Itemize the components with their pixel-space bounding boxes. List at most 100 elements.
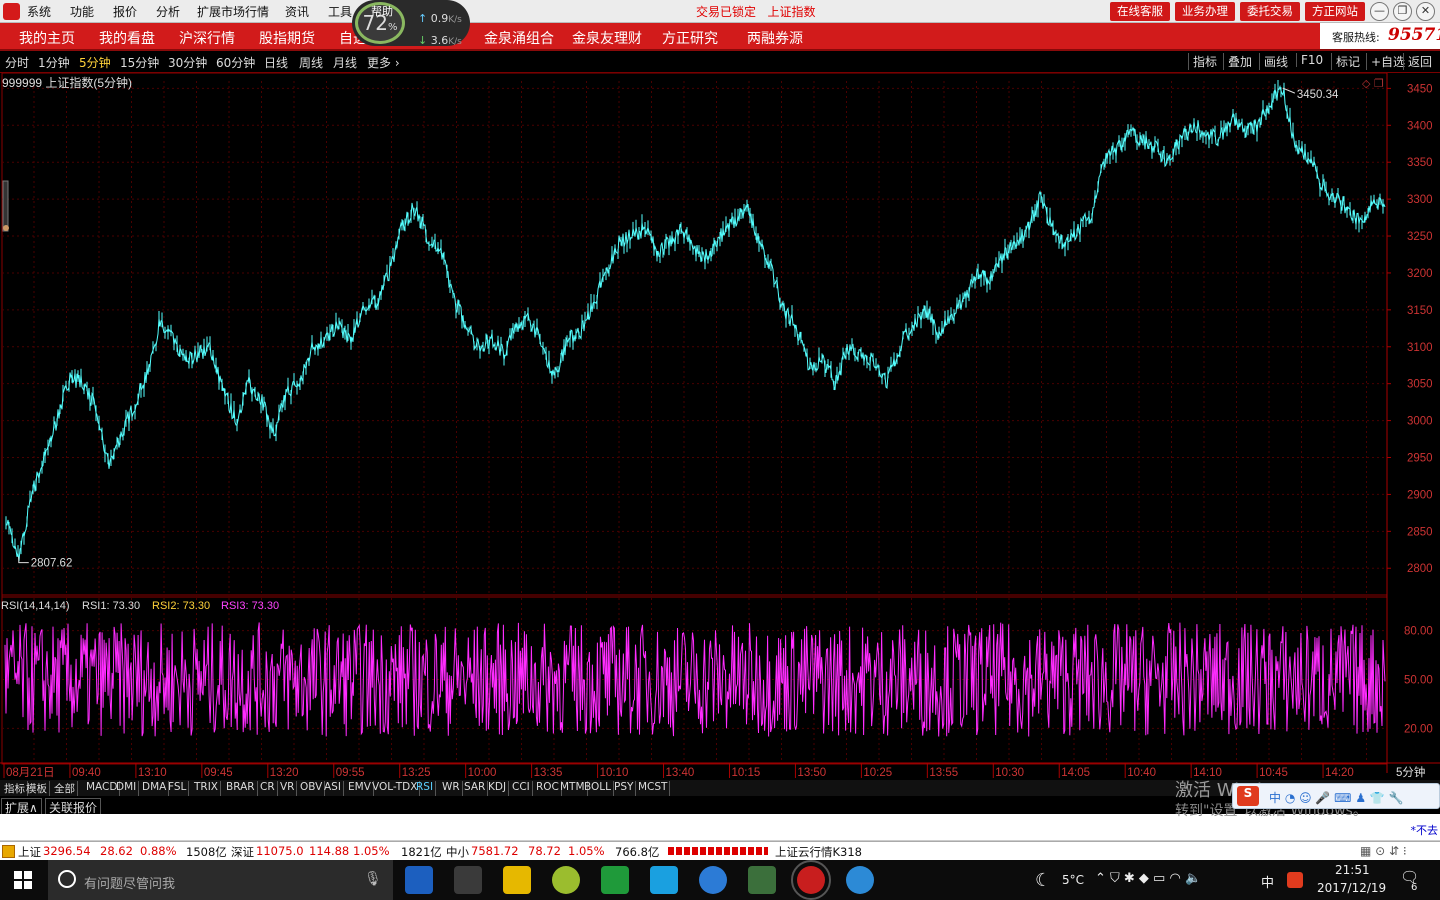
menu-function[interactable]: 功能 bbox=[70, 3, 94, 20]
period-week[interactable]: 周线 bbox=[299, 54, 323, 71]
indicator-tab-cci[interactable]: CCI bbox=[510, 781, 533, 796]
y-tick-label: 3150 bbox=[1407, 305, 1433, 317]
kline-svg[interactable]: 3450 3400 3350 3300 3250 3200 3150 3100 3050 3000… bbox=[0, 73, 1440, 780]
menu-ext-market[interactable]: 扩展市场行情 bbox=[197, 3, 269, 20]
sz-value[interactable]: 11075.0 bbox=[256, 844, 304, 858]
period-month[interactable]: 月线 bbox=[333, 54, 357, 71]
indicator-tab-mcst[interactable]: MCST bbox=[636, 781, 671, 796]
nav-index-futures[interactable]: 股指期货 bbox=[259, 28, 315, 48]
indicator-tab-模板[interactable]: 模板 bbox=[24, 781, 50, 796]
tool-indicator[interactable]: 指标 bbox=[1188, 53, 1217, 70]
zx-value[interactable]: 7581.72 bbox=[471, 844, 519, 858]
period-day[interactable]: 日线 bbox=[264, 54, 288, 71]
nav-home[interactable]: 我的主页 bbox=[19, 28, 75, 48]
sh-change: 28.62 bbox=[100, 844, 133, 858]
indicator-tab-wr[interactable]: WR bbox=[440, 781, 463, 796]
media-player-icon[interactable] bbox=[650, 866, 678, 894]
tool-draw[interactable]: 画线 bbox=[1259, 53, 1288, 70]
indicator-tab-asi[interactable]: ASI bbox=[322, 781, 344, 796]
store-icon[interactable] bbox=[454, 866, 482, 894]
ime-toolbar[interactable]: S 中 ◔ ☺ 🎤 ⌨ ♟ 👕 🔧 bbox=[1232, 783, 1440, 809]
windows-start-icon[interactable] bbox=[14, 871, 32, 889]
period-60min[interactable]: 60分钟 bbox=[216, 54, 255, 71]
indicator-tab-trix[interactable]: TRIX bbox=[192, 781, 221, 796]
nav-margin[interactable]: 两融券源 bbox=[747, 28, 803, 48]
period-5min[interactable]: 5分钟 bbox=[79, 54, 111, 71]
indicator-tab-psy[interactable]: PSY bbox=[612, 781, 637, 796]
app-360-icon[interactable] bbox=[552, 866, 580, 894]
status-tray-icons[interactable]: ▦ ⊙ ⇵ ⁝ bbox=[1360, 844, 1407, 858]
period-more[interactable]: 更多 › bbox=[367, 54, 400, 71]
nav-portfolio[interactable]: 金泉涌组合 bbox=[484, 28, 554, 48]
indicator-tab-vol-tdx[interactable]: VOL-TDX bbox=[370, 781, 421, 796]
nav-hs-market[interactable]: 沪深行情 bbox=[179, 28, 235, 48]
ime-indicator[interactable]: 中 bbox=[1261, 872, 1274, 891]
nav-research[interactable]: 方正研究 bbox=[662, 28, 718, 48]
rsi2-value: RSI2: 73.30 bbox=[152, 600, 210, 612]
indicator-tab-dma[interactable]: DMA bbox=[140, 781, 170, 796]
x-tick-label: 14:05 bbox=[1061, 767, 1090, 779]
ime-mode-icon[interactable]: 中 ◔ ☺ 🎤 ⌨ ♟ 👕 🔧 bbox=[1269, 789, 1404, 806]
period-30min[interactable]: 30分钟 bbox=[168, 54, 207, 71]
explorer-icon[interactable] bbox=[503, 866, 531, 894]
sh-value[interactable]: 3296.54 bbox=[43, 844, 91, 858]
menu-system[interactable]: 系统 bbox=[27, 3, 51, 20]
sogou-ime-icon[interactable]: S bbox=[1237, 786, 1259, 806]
tool-back[interactable]: 返回 bbox=[1403, 53, 1432, 70]
menu-tools[interactable]: 工具 bbox=[328, 3, 352, 20]
period-15min[interactable]: 15分钟 bbox=[120, 54, 159, 71]
fangzheng-site-button[interactable]: 方正网站 bbox=[1305, 2, 1365, 21]
business-button[interactable]: 业务办理 bbox=[1175, 2, 1235, 21]
nav-finance[interactable]: 金泉友理财 bbox=[572, 28, 642, 48]
menu-quote[interactable]: 报价 bbox=[113, 3, 137, 20]
panel-corner-icons[interactable]: ◇ ❐ bbox=[1362, 77, 1384, 90]
menu-analysis[interactable]: 分析 bbox=[156, 3, 180, 20]
menu-help[interactable]: 帮助 bbox=[371, 3, 393, 19]
ext-note: *不去 bbox=[1410, 824, 1439, 837]
indicator-tab-cr[interactable]: CR bbox=[258, 781, 278, 796]
mic-icon[interactable]: 🎙 bbox=[364, 871, 382, 887]
ie-icon[interactable] bbox=[699, 866, 727, 894]
app-jinqu-icon[interactable] bbox=[748, 866, 776, 894]
y-tick-label: 3300 bbox=[1407, 194, 1433, 206]
restore-button[interactable]: ❐ bbox=[1393, 2, 1412, 21]
cortana-icon bbox=[58, 870, 76, 888]
indicator-tab-sar[interactable]: SAR bbox=[462, 781, 489, 796]
tool-add-watch[interactable]: +自选 bbox=[1366, 53, 1405, 70]
indicator-tab-fsl[interactable]: FSL bbox=[166, 781, 190, 796]
sogou-tray-icon[interactable] bbox=[1287, 872, 1303, 888]
online-service-button[interactable]: 在线客服 bbox=[1110, 2, 1170, 21]
indicator-tab-rsi[interactable]: RSI bbox=[414, 781, 437, 796]
cortana-search[interactable]: 有问题尽管问我 🎙 bbox=[48, 860, 393, 900]
tool-overlay[interactable]: 叠加 bbox=[1223, 53, 1252, 70]
period-1min[interactable]: 1分钟 bbox=[38, 54, 70, 71]
indicator-tab-dmi[interactable]: DMI bbox=[114, 781, 140, 796]
minimize-button[interactable]: — bbox=[1370, 2, 1389, 21]
net-monitor-widget[interactable]: 72% ↑ 0.9K/s ↓ 3.6K/s bbox=[352, 0, 470, 47]
period-tick[interactable]: 分时 bbox=[5, 54, 29, 71]
clock-time[interactable]: 21:51 bbox=[1335, 863, 1370, 877]
browser-icon[interactable] bbox=[846, 866, 874, 894]
chart-area[interactable]: 3450 3400 3350 3300 3250 3200 3150 3100 3050 3000… bbox=[0, 73, 1440, 783]
tool-f10[interactable]: F10 bbox=[1296, 53, 1323, 67]
tray-icons[interactable]: ⌃ ⛉ ✱ ◆ ▭ ◠ 🔈 bbox=[1095, 871, 1201, 886]
nav-my-board[interactable]: 我的看盘 bbox=[99, 28, 155, 48]
y-tick-label: 3400 bbox=[1407, 120, 1433, 132]
y-tick-label: 3350 bbox=[1407, 157, 1433, 169]
entrust-trade-button[interactable]: 委托交易 bbox=[1240, 2, 1300, 21]
app-green-icon[interactable] bbox=[601, 866, 629, 894]
indicator-tab-vr[interactable]: VR bbox=[278, 781, 298, 796]
menu-info[interactable]: 资讯 bbox=[285, 3, 309, 20]
indicator-tab-brar[interactable]: BRAR bbox=[224, 781, 258, 796]
indicator-tab-kdj[interactable]: KDJ bbox=[486, 781, 510, 796]
fangzheng-app-icon[interactable] bbox=[791, 860, 831, 900]
left-scroll-handle[interactable] bbox=[2, 180, 9, 232]
tool-mark[interactable]: 标记 bbox=[1331, 53, 1360, 70]
edge-icon[interactable] bbox=[405, 866, 433, 894]
indicator-tab-全部[interactable]: 全部 bbox=[52, 781, 78, 796]
close-button[interactable]: ✕ bbox=[1416, 2, 1435, 21]
left-scroll-knob[interactable] bbox=[3, 225, 9, 231]
indicator-tab-boll[interactable]: BOLL bbox=[582, 781, 614, 796]
clock-date[interactable]: 2017/12/19 bbox=[1317, 881, 1386, 895]
price-series-line[interactable] bbox=[5, 80, 1386, 562]
